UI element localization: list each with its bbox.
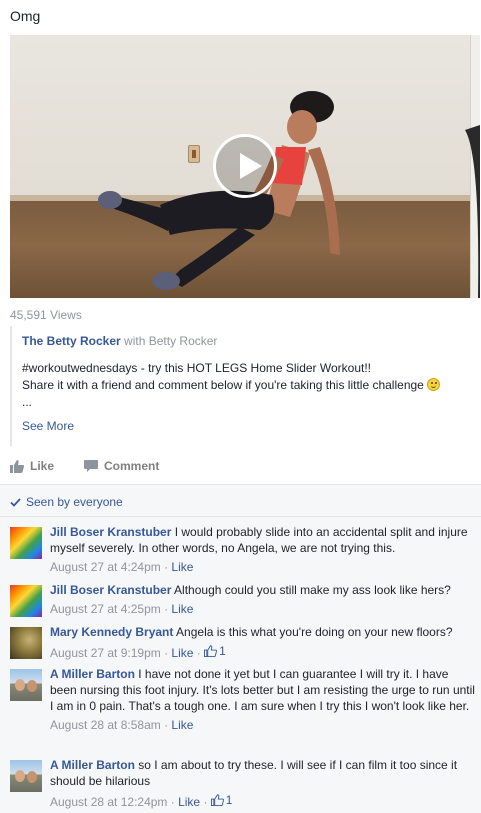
comment-meta: August 28 at 12:24pm · Like · 1 xyxy=(50,792,233,809)
with-name-link[interactable]: Betty Rocker xyxy=(149,334,218,348)
comment-item: Mary Kennedy Bryant Angela is this what … xyxy=(10,624,476,661)
comment-timestamp[interactable]: August 28 at 12:24pm xyxy=(50,795,167,809)
comment-body: Jill Boser Kranstuber I would probably s… xyxy=(50,524,476,575)
seen-by-indicator: Seen by everyone xyxy=(10,495,123,509)
comment-meta: August 27 at 4:25pm · Like xyxy=(50,602,194,616)
comment-item: A Miller Barton so I am about to try the… xyxy=(10,757,476,810)
avatar[interactable] xyxy=(10,527,42,559)
comment-meta: August 27 at 9:19pm · Like · 1 xyxy=(50,643,226,660)
comment-timestamp[interactable]: August 27 at 4:24pm xyxy=(50,560,161,574)
comment-like-count[interactable]: 1 xyxy=(204,643,226,659)
comment-author[interactable]: A Miller Barton xyxy=(50,758,135,772)
post-actions-bar: Like Comment xyxy=(10,452,480,480)
thumbs-up-icon xyxy=(204,645,218,657)
comment-like-link[interactable]: Like xyxy=(178,795,200,809)
comment-author[interactable]: Mary Kennedy Bryant xyxy=(50,625,173,639)
share-header: The Betty Rocker with Betty Rocker xyxy=(22,334,476,348)
seen-label: Seen by everyone xyxy=(26,495,123,509)
comment-author[interactable]: Jill Boser Kranstuber xyxy=(50,525,171,539)
comment-body: Jill Boser Kranstuber Although could you… xyxy=(50,582,476,617)
comment-like-link[interactable]: Like xyxy=(171,718,193,732)
smiley-emoji-icon xyxy=(427,378,441,391)
see-more-link[interactable]: See More xyxy=(22,419,476,433)
comment-meta: August 28 at 8:58am · Like xyxy=(50,718,194,732)
comment-like-link[interactable]: Like xyxy=(171,602,193,616)
thumbs-up-icon xyxy=(10,459,24,473)
comment-button[interactable]: Comment xyxy=(84,459,159,473)
play-icon[interactable] xyxy=(213,134,277,198)
video-view-count: 45,591 Views xyxy=(10,308,82,322)
comment-author[interactable]: A Miller Barton xyxy=(50,667,135,681)
checkmark-icon xyxy=(10,497,21,507)
comment-text: Angela is this what you're doing on your… xyxy=(176,625,453,639)
thumbs-up-icon xyxy=(210,794,224,806)
comment-timestamp[interactable]: August 27 at 4:25pm xyxy=(50,602,161,616)
seen-divider xyxy=(0,516,481,517)
like-button-label: Like xyxy=(30,459,55,473)
comment-button-label: Comment xyxy=(104,459,160,473)
comment-author[interactable]: Jill Boser Kranstuber xyxy=(50,583,171,597)
comment-like-link[interactable]: Like xyxy=(171,646,193,660)
avatar[interactable] xyxy=(10,669,42,701)
page-name-link[interactable]: The Betty Rocker xyxy=(22,334,121,348)
comment-body: A Miller Barton so I am about to try the… xyxy=(50,757,476,810)
description-ellipsis: ... xyxy=(22,395,33,409)
comment-timestamp[interactable]: August 27 at 9:19pm xyxy=(50,646,161,660)
comment-like-link[interactable]: Like xyxy=(171,560,193,574)
shared-video-attachment: The Betty Rocker with Betty Rocker #work… xyxy=(10,326,476,446)
like-count-value: 1 xyxy=(225,793,233,807)
share-description: #workoutwednesdays - try this HOT LEGS H… xyxy=(22,360,476,411)
avatar[interactable] xyxy=(10,627,42,659)
comment-text: Although could you still make my ass loo… xyxy=(174,583,451,597)
video-player[interactable] xyxy=(10,35,480,298)
speech-bubble-icon xyxy=(84,459,99,472)
comment-item: A Miller Barton I have not done it yet b… xyxy=(10,666,476,733)
comment-like-count[interactable]: 1 xyxy=(210,792,233,808)
avatar[interactable] xyxy=(10,585,42,617)
comment-item: Jill Boser Kranstuber Although could you… xyxy=(10,582,476,617)
description-line-1: #workoutwednesdays - try this HOT LEGS H… xyxy=(22,361,372,375)
with-text: with xyxy=(124,334,146,348)
description-line-2: Share it with a friend and comment below… xyxy=(22,378,424,392)
comment-timestamp[interactable]: August 28 at 8:58am xyxy=(50,718,161,732)
description-line-2-wrap: Share it with a friend and comment below… xyxy=(22,377,476,394)
comment-body: A Miller Barton I have not done it yet b… xyxy=(50,666,476,733)
comment-meta: August 27 at 4:24pm · Like xyxy=(50,560,194,574)
comment-item: Jill Boser Kranstuber I would probably s… xyxy=(10,524,476,575)
post-text: Omg xyxy=(10,8,41,24)
like-button[interactable]: Like xyxy=(10,459,54,473)
like-count-value: 1 xyxy=(219,644,226,658)
comment-body: Mary Kennedy Bryant Angela is this what … xyxy=(50,624,476,661)
avatar[interactable] xyxy=(10,760,42,792)
